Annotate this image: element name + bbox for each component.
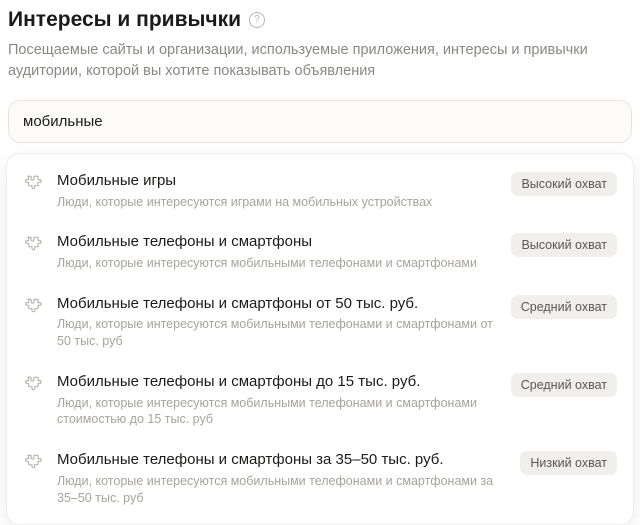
search-input[interactable] bbox=[8, 100, 632, 143]
help-icon[interactable]: ? bbox=[249, 12, 265, 28]
suggestion-body: Мобильные телефоны и смартфоны до 15 тыс… bbox=[57, 372, 497, 428]
suggestion-title: Мобильные телефоны и смартфоны bbox=[57, 232, 497, 252]
suggestion-description: Люди, которые интересуются мобильными те… bbox=[57, 255, 497, 272]
suggestion-body: Мобильные телефоны и смартфоны Люди, кото… bbox=[57, 232, 497, 271]
suggestion-body: Мобильные телефоны и смартфоны от 50 тыс… bbox=[57, 294, 497, 350]
reach-badge: Средний охват bbox=[511, 373, 617, 397]
suggestion-description: Люди, которые интересуются играми на моб… bbox=[57, 194, 497, 211]
suggestion-description: Люди, которые интересуются мобильными те… bbox=[57, 395, 497, 429]
suggestion-item[interactable]: Мобильные телефоны и смартфоны Люди, кото… bbox=[7, 221, 633, 282]
section-title: Интересы и привычки bbox=[8, 8, 241, 32]
puzzle-icon bbox=[21, 373, 43, 395]
reach-badge: Высокий охват bbox=[511, 172, 617, 196]
section-header: Интересы и привычки ? Посещаемые сайты и… bbox=[4, 8, 636, 94]
suggestion-item[interactable]: Мобильные игры Люди, которые интересуются… bbox=[7, 160, 633, 221]
suggestion-title: Мобильные телефоны и смартфоны от 50 тыс… bbox=[57, 294, 497, 314]
suggestion-description: Люди, которые интересуются мобильными те… bbox=[57, 316, 497, 350]
suggestions-dropdown: Мобильные игры Люди, которые интересуются… bbox=[6, 153, 634, 525]
reach-badge: Средний охват bbox=[511, 295, 617, 319]
puzzle-icon bbox=[21, 172, 43, 194]
suggestion-item[interactable]: Мобильные телефоны и смартфоны до 15 тыс… bbox=[7, 361, 633, 439]
suggestion-title: Мобильные телефоны и смартфоны до 15 тыс… bbox=[57, 372, 497, 392]
reach-badge: Низкий охват bbox=[520, 451, 617, 475]
suggestion-description: Люди, которые интересуются мобильными те… bbox=[57, 473, 506, 507]
suggestion-title: Мобильные телефоны и смартфоны за 35–50 … bbox=[57, 450, 506, 470]
puzzle-icon bbox=[21, 233, 43, 255]
puzzle-icon bbox=[21, 295, 43, 317]
suggestion-title: Мобильные игры bbox=[57, 171, 497, 191]
suggestion-item[interactable]: Мобильные телефоны и смартфоны за 35–50 … bbox=[7, 439, 633, 517]
reach-badge: Высокий охват bbox=[511, 233, 617, 257]
suggestion-item[interactable]: Мобильные телефоны и смартфоны от 50 тыс… bbox=[7, 283, 633, 361]
suggestion-body: Мобильные телефоны и смартфоны за 35–50 … bbox=[57, 450, 506, 506]
puzzle-icon bbox=[21, 451, 43, 473]
suggestion-body: Мобильные игры Люди, которые интересуются… bbox=[57, 171, 497, 210]
section-subtitle: Посещаемые сайты и организации, использу… bbox=[8, 40, 632, 82]
